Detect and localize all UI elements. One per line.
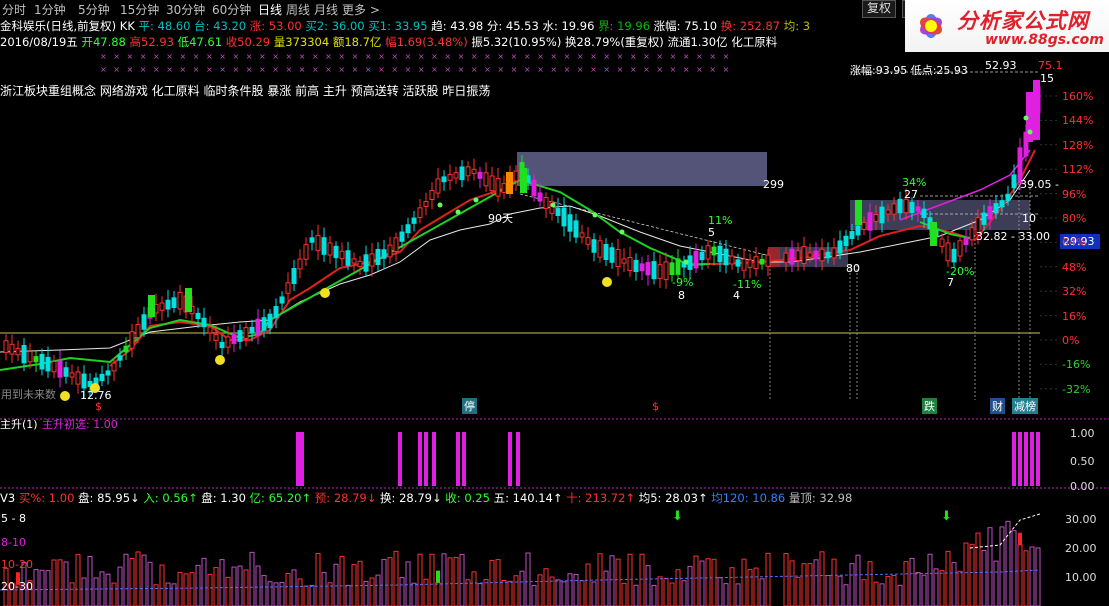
signal-dot bbox=[602, 277, 612, 287]
ind1-value: 主升初选: 1.00 bbox=[42, 418, 118, 431]
reduce-marker[interactable]: 减榜 bbox=[1012, 398, 1038, 414]
y-tick-label: 48% bbox=[1062, 260, 1087, 274]
y-tick-label: 128% bbox=[1062, 138, 1094, 152]
days-90-label: 90天 bbox=[488, 212, 513, 225]
ma-short-line-red bbox=[109, 177, 521, 367]
high-pct-label: 75.1 bbox=[1038, 59, 1063, 72]
ind1-y-0: 0.00 bbox=[1070, 480, 1095, 493]
drop-marker[interactable]: 跌 bbox=[922, 398, 937, 414]
pct-m9-label: -9% bbox=[672, 276, 694, 289]
signal-dot bbox=[215, 355, 225, 365]
ind1-y-05: 0.50 bbox=[1070, 455, 1095, 468]
ind2-y-10: 10.00 bbox=[1065, 571, 1097, 584]
y-tick-label: 80% bbox=[1062, 212, 1087, 225]
ind2-y-30: 30.00 bbox=[1065, 513, 1097, 526]
future-func-note: 用到未来数 bbox=[1, 388, 56, 401]
rise-low-annotation: 涨幅:93.95 低点:25.93 bbox=[850, 64, 968, 77]
arrow-down-icon-2: ⬇ bbox=[941, 509, 952, 524]
y-tick-label: 112% bbox=[1062, 163, 1094, 177]
finance-marker[interactable]: 财 bbox=[990, 398, 1005, 414]
legend-20-30: 20-30 bbox=[1, 580, 33, 593]
volume-indicator-header: V3 买%: 1.00 盘: 85.95↓ 入: 0.56↑ 盘: 1.30 亿… bbox=[0, 491, 852, 506]
volume-indicator-item: 收: 0.25 bbox=[445, 491, 494, 505]
level-3282-label: 32.82 - 33.00 bbox=[976, 230, 1050, 243]
dividend-marker[interactable]: $ bbox=[95, 400, 102, 413]
y-tick-label: 32% bbox=[1062, 285, 1087, 299]
zone-box-1 bbox=[517, 152, 767, 186]
level-3905-label: 39.05 - bbox=[1020, 178, 1059, 191]
count-5-label: 5 bbox=[708, 226, 715, 239]
candlestick-series bbox=[3, 80, 1041, 399]
volume-indicator-item: 盘: 1.30 bbox=[201, 491, 250, 505]
volume-indicator-item: 买%: 1.00 bbox=[18, 491, 79, 505]
dividend-marker-2[interactable]: $ bbox=[652, 400, 659, 413]
y-tick-label: 96% bbox=[1062, 187, 1087, 201]
ind2-y-20: 20.00 bbox=[1065, 542, 1097, 555]
volume-bars bbox=[3, 520, 1041, 606]
signal-dot bbox=[320, 288, 330, 298]
volume-indicator-item: 均5: 28.03↑ bbox=[638, 491, 712, 505]
legend-5-8: 5 - 8 bbox=[1, 512, 26, 525]
volume-indicator-item: 盘: 85.95↓ bbox=[78, 491, 144, 505]
y-tick-label: -32% bbox=[1062, 382, 1091, 396]
count-7-label: 7 bbox=[947, 276, 954, 289]
y-tick-label: 64% bbox=[1062, 236, 1087, 250]
volume-indicator-item: 亿: 65.20↑ bbox=[249, 491, 315, 505]
volume-indicator-item: 入: 0.56↑ bbox=[143, 491, 202, 505]
volume-indicator-item: V3 bbox=[0, 491, 19, 505]
volume-indicator-item: 量顶: 32.98 bbox=[788, 491, 853, 505]
zhusheng-signal-bars bbox=[296, 432, 1040, 486]
y-tick-label: 0% bbox=[1062, 334, 1080, 347]
volume-indicator-item: 五: 140.14↑ bbox=[493, 491, 567, 505]
y-tick-label: -16% bbox=[1062, 358, 1091, 372]
arrow-down-icon: ⬇ bbox=[672, 509, 683, 524]
volume-indicator-item: 均120: 10.86 bbox=[711, 491, 789, 505]
count-8-label: 8 bbox=[678, 289, 685, 302]
ma-short-line-green bbox=[0, 178, 711, 371]
halt-marker[interactable]: 停 bbox=[462, 398, 477, 414]
count-80-label: 80 bbox=[846, 262, 860, 275]
count-4-label: 4 bbox=[733, 289, 740, 302]
ind1-y-1: 1.00 bbox=[1070, 427, 1095, 440]
ind1-title: 主升(1) bbox=[0, 418, 38, 431]
level-10-label: 10 bbox=[1022, 212, 1036, 225]
volume-indicator-item: 预: 28.79↓ bbox=[314, 491, 381, 505]
volume-indicator-item: 换: 28.79↓ bbox=[380, 491, 446, 505]
legend-8-10: 8-10 bbox=[1, 536, 26, 549]
high-price-label: 52.93 bbox=[985, 59, 1017, 72]
legend-10-20: 10-20 bbox=[1, 558, 33, 571]
signal-dot bbox=[60, 391, 70, 401]
count-label: 15 bbox=[1040, 72, 1054, 85]
y-tick-label: 144% bbox=[1062, 114, 1094, 128]
y-tick-label: 160% bbox=[1062, 90, 1094, 103]
y-tick-label: 16% bbox=[1062, 309, 1087, 323]
count-299: 299 bbox=[763, 178, 784, 191]
volume-indicator-item: 十: 213.72↑ bbox=[566, 491, 639, 505]
count-27-label: 27 bbox=[904, 188, 918, 201]
